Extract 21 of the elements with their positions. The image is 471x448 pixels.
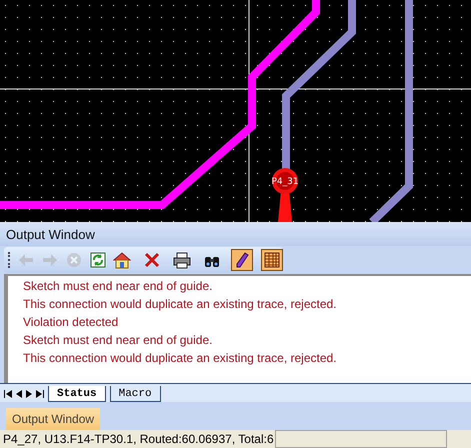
tab[interactable]: Macro bbox=[110, 386, 161, 402]
house-icon bbox=[113, 251, 131, 269]
log-message: This connection would duplicate an existing trace, rejected. bbox=[23, 350, 338, 367]
pad-label: P4_31 bbox=[271, 177, 299, 187]
pad[interactable] bbox=[272, 168, 298, 222]
log-message: Sketch must end near end of guide. bbox=[23, 278, 214, 295]
right-arrow-icon bbox=[41, 251, 59, 269]
panel-title: Output Window bbox=[0, 222, 471, 246]
refresh-icon bbox=[89, 251, 107, 269]
grid-button[interactable] bbox=[261, 249, 283, 271]
stop-icon bbox=[65, 251, 83, 269]
tab[interactable]: Status bbox=[48, 386, 106, 402]
log-message: Sketch must end near end of guide. bbox=[23, 332, 214, 349]
status-text: P4_27, U13.F14-TP30.1, Routed:60.06937, Total:6 bbox=[3, 432, 274, 446]
x-icon bbox=[143, 251, 161, 269]
log-message: Violation detected bbox=[23, 314, 120, 331]
printer-icon bbox=[173, 251, 191, 269]
taskbar-button[interactable]: Output Window bbox=[6, 408, 100, 430]
grid-icon bbox=[263, 251, 281, 269]
log-message: This connection would duplicate an existing trace, rejected. bbox=[23, 296, 338, 313]
pencil-button[interactable] bbox=[231, 249, 253, 271]
